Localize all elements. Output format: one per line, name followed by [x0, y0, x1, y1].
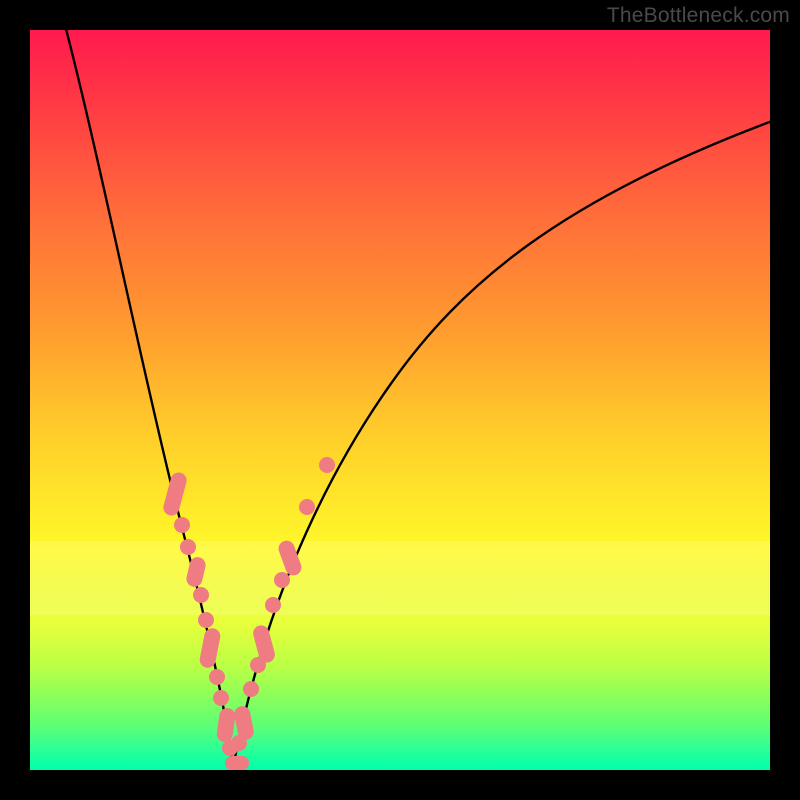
curve-left-branch [65, 25, 233, 767]
chart-frame: TheBottleneck.com [0, 0, 800, 800]
highlight-band [30, 541, 770, 615]
attribution-text: TheBottleneck.com [607, 4, 790, 28]
beads-left [162, 471, 238, 756]
curve-layer [30, 30, 770, 770]
curve-right-branch [233, 120, 775, 767]
plot-area [30, 30, 770, 770]
beads-trough [225, 756, 249, 770]
beads-right [231, 457, 335, 751]
